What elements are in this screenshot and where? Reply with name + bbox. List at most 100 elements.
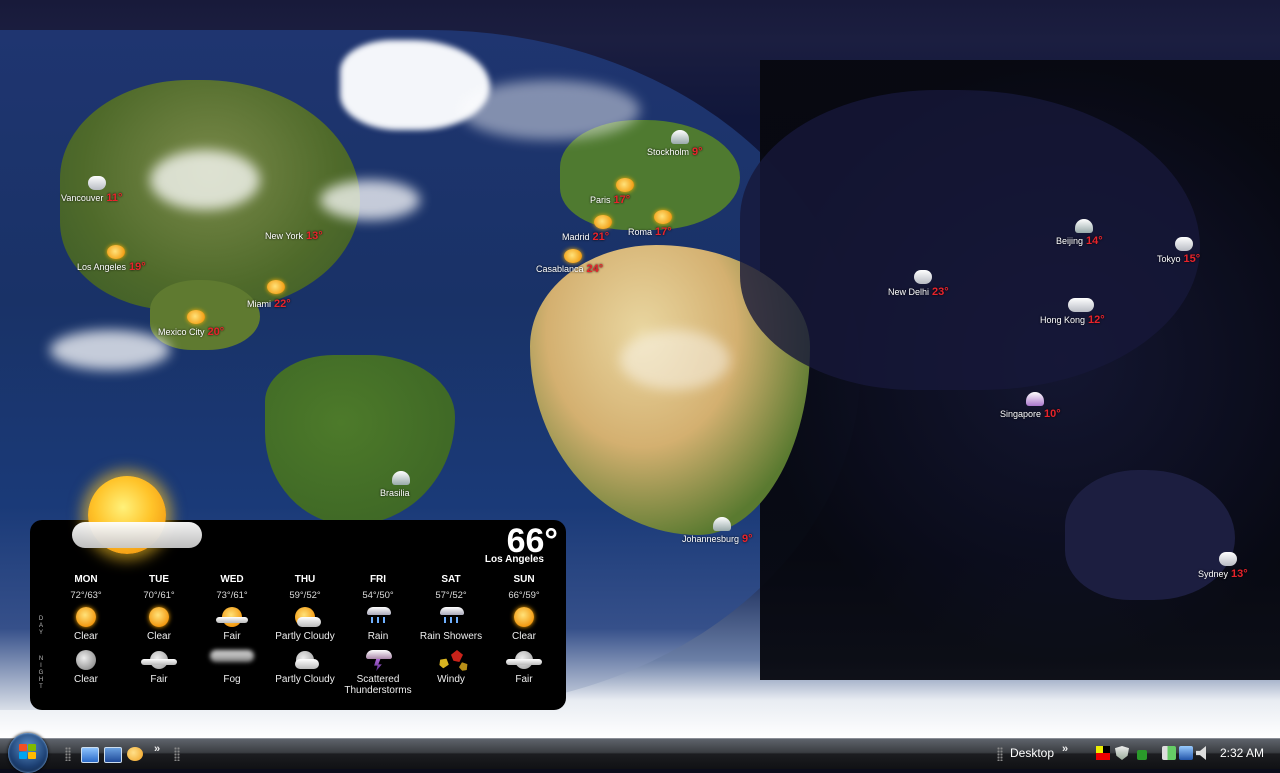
- cloudy-icon: [1218, 552, 1237, 566]
- city-madrid[interactable]: Madrid 21°: [562, 215, 612, 243]
- media-player-icon[interactable]: [127, 747, 143, 761]
- forecast-day-label: FRI: [369, 574, 387, 585]
- forecast-day-mon: MON 72°/63° Clear Clear: [46, 574, 126, 685]
- windows-logo-icon: [19, 744, 37, 761]
- forecast-night-condition: Windy: [437, 674, 465, 685]
- city-casablanca[interactable]: Casablanca 24°: [536, 249, 603, 275]
- forecast-day-condition: Fair: [223, 631, 241, 642]
- forecast-day-sun: SUN 66°/59° Clear Fair: [484, 574, 564, 685]
- volume-icon[interactable]: [1196, 746, 1206, 760]
- windy-icon: [439, 650, 463, 672]
- cloud: [460, 80, 640, 140]
- city-mexico-city[interactable]: Mexico City 20°: [158, 310, 224, 338]
- rain-icon: [439, 607, 464, 629]
- cloud: [50, 330, 170, 370]
- forecast-day-condition: Clear: [74, 631, 98, 642]
- rain-icon: [366, 607, 391, 629]
- fair-icon: [653, 210, 672, 224]
- desktop-toolbar[interactable]: Desktop: [1010, 746, 1054, 760]
- sun-icon: [266, 280, 285, 294]
- forecast-night-condition: Fog: [223, 674, 241, 685]
- forecast-night-condition: Fair: [515, 674, 533, 685]
- network-icon[interactable]: [1179, 746, 1193, 760]
- security-shield-icon[interactable]: [1115, 746, 1129, 760]
- forecast-day-thu: THU 59°/52° Partly Cloudy Partly Cloudy: [265, 574, 345, 685]
- city-stockholm[interactable]: Stockholm 9°: [647, 130, 703, 158]
- sun-icon: [593, 215, 612, 229]
- forecast-day-condition: Clear: [147, 631, 171, 642]
- switch-windows-icon[interactable]: [104, 747, 122, 763]
- forecast-high-low: 57°/52°: [435, 590, 467, 601]
- city-los-angeles[interactable]: Los Angeles 19°: [77, 245, 146, 273]
- fair-icon: [563, 249, 582, 263]
- city-sydney[interactable]: Sydney 13°: [1198, 552, 1248, 580]
- forecast-day-label: SAT: [441, 574, 461, 585]
- forecast-day-condition: Rain Showers: [419, 631, 483, 642]
- city-brasilia[interactable]: Brasilia: [380, 471, 413, 499]
- cloud: [150, 150, 260, 210]
- power-icon[interactable]: [1162, 746, 1176, 760]
- update-icon[interactable]: [1133, 746, 1147, 760]
- cloudy-icon: [87, 176, 106, 190]
- moon-icon: [74, 650, 98, 672]
- forecast-day-label: THU: [294, 574, 316, 585]
- forecast-day-condition: Rain: [367, 631, 389, 642]
- forecast-night-condition: Scattered Thunderstorms: [344, 674, 412, 696]
- sun-icon: [512, 607, 536, 629]
- forecast-day-tue: TUE 70°/61° Clear Fair: [119, 574, 199, 685]
- thunderstorm-icon: [366, 650, 392, 672]
- cloud: [320, 180, 420, 220]
- city-paris[interactable]: Paris 17°: [590, 178, 635, 206]
- forecast-high-low: 73°/61°: [216, 590, 248, 601]
- toolbar-grip[interactable]: [65, 747, 71, 761]
- forecast-high-low: 70°/61°: [143, 590, 175, 601]
- forecast-night-condition: Fair: [150, 674, 168, 685]
- city-johannesburg[interactable]: Johannesburg 9°: [682, 517, 753, 545]
- city-tokyo[interactable]: Tokyo 15°: [1157, 237, 1200, 265]
- australia-land: [1065, 470, 1235, 600]
- night-fair-icon: [506, 650, 542, 672]
- partly-cloudy-sun-icon: [60, 466, 202, 576]
- fair-icon: [616, 178, 635, 192]
- forecast-day-condition: Clear: [512, 631, 536, 642]
- day-row-label: DAY: [38, 616, 44, 636]
- forecast-high-low: 54°/50°: [362, 590, 394, 601]
- city-new-delhi[interactable]: New Delhi 23°: [888, 270, 949, 298]
- rain-icon: [713, 517, 732, 531]
- taskbar: » Desktop » 2:32 AM: [0, 733, 1280, 773]
- forecast-day-wed: WED 73°/61° Fair Fog: [192, 574, 272, 685]
- city-beijing[interactable]: Beijing 14°: [1056, 219, 1103, 247]
- fog-icon: [210, 650, 254, 672]
- forecast-day-sat: SAT 57°/52° Rain Showers Windy: [411, 574, 491, 685]
- cloudy-icon: [914, 270, 933, 284]
- desktop-overflow-button[interactable]: »: [1062, 743, 1068, 755]
- quick-launch-overflow-button[interactable]: »: [154, 743, 160, 755]
- forecast-high-low: 59°/52°: [289, 590, 321, 601]
- thunderstorm-icon: [1026, 392, 1045, 406]
- city-singapore[interactable]: Singapore 10°: [1000, 392, 1061, 420]
- show-desktop-icon[interactable]: [81, 747, 99, 763]
- current-city: Los Angeles: [484, 554, 544, 565]
- cloud: [620, 330, 730, 390]
- start-button[interactable]: [8, 733, 48, 773]
- forecast-day-label: SUN: [513, 574, 535, 585]
- forecast-day-fri: FRI 54°/50° Rain Scattered Thunderstorms: [338, 574, 418, 696]
- rain-icon: [392, 471, 411, 485]
- forecast-night-condition: Partly Cloudy: [275, 674, 335, 685]
- city-new-york[interactable]: New York 13°: [265, 230, 323, 242]
- clock[interactable]: 2:32 AM: [1220, 746, 1264, 760]
- forecast-day-condition: Partly Cloudy: [275, 631, 335, 642]
- sun-icon: [147, 607, 171, 629]
- toolbar-grip[interactable]: [997, 747, 1003, 761]
- city-roma[interactable]: Roma 17°: [628, 210, 672, 238]
- night-partly-cloudy-icon: [293, 650, 319, 672]
- cloudy-icon: [1174, 237, 1193, 251]
- city-hong-kong[interactable]: Hong Kong 12°: [1040, 298, 1105, 326]
- city-vancouver[interactable]: Vancouver 11°: [61, 176, 122, 204]
- night-row-label: NIGHT: [38, 656, 44, 690]
- windows-flag-tray-icon[interactable]: [1096, 746, 1110, 760]
- sun-icon: [74, 607, 98, 629]
- rain-icon: [1075, 219, 1094, 233]
- toolbar-grip[interactable]: [174, 747, 180, 761]
- city-miami[interactable]: Miami 22°: [247, 280, 291, 310]
